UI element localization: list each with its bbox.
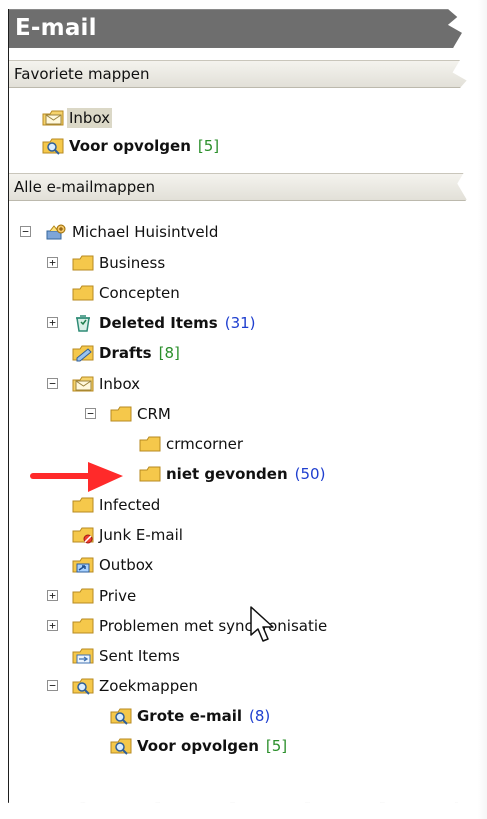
tree-item-label: Inbox: [99, 374, 141, 393]
mail-pane-title: E-mail: [15, 15, 97, 41]
search-folder-icon: [110, 708, 132, 725]
tree-item-label: Business: [99, 253, 166, 272]
folder-icon: [72, 588, 94, 603]
tree-item-deleted-items[interactable]: + Deleted Items (31): [47, 311, 256, 334]
favorite-voor-opvolgen-label: Voor opvolgen: [69, 136, 191, 155]
tree-item-label: CRM: [137, 404, 171, 423]
inbox-folder-icon: [72, 376, 94, 391]
tree-item-crm[interactable]: − CRM: [85, 402, 171, 425]
folder-icon: [139, 436, 161, 451]
expand-toggle[interactable]: +: [47, 257, 58, 268]
tree-item-label: crmcorner: [166, 434, 243, 453]
tree-item-grote-email[interactable]: Grote e-mail (8): [110, 704, 270, 727]
outbox-icon: [72, 557, 94, 572]
red-arrow-icon: [30, 462, 123, 492]
search-folder-icon: [42, 138, 64, 155]
tree-item-label: Junk E-mail: [99, 525, 183, 544]
folder-icon: [72, 497, 94, 512]
expand-toggle[interactable]: +: [47, 620, 58, 631]
tree-item-label: Concepten: [99, 283, 180, 302]
folder-icon: [110, 406, 132, 421]
tree-item-count: [5]: [265, 736, 288, 755]
mouse-pointer-icon: [250, 606, 274, 642]
mail-pane-title-bar: E-mail: [9, 9, 467, 48]
mail-folder-pane: E-mail Favoriete mappen Inbox Voor opvol…: [8, 9, 467, 803]
folder-icon: [72, 255, 94, 270]
tree-item-voor-opvolgen[interactable]: Voor opvolgen [5]: [110, 734, 287, 757]
tree-item-zoekmappen[interactable]: − Zoekmappen: [47, 674, 198, 697]
favorite-inbox-label: Inbox: [67, 107, 113, 128]
tree-item-business[interactable]: + Business: [47, 251, 166, 274]
deleted-items-icon: [76, 314, 90, 332]
torn-edge-shadow: [478, 0, 487, 819]
folder-icon: [72, 618, 94, 633]
favorite-item-inbox[interactable]: Inbox: [42, 106, 113, 129]
tree-item-label: Infected: [99, 495, 161, 514]
folder-icon: [139, 466, 161, 481]
tree-item-label: Deleted Items: [99, 313, 218, 332]
search-folder-icon: [110, 738, 132, 755]
tree-item-inbox[interactable]: − Inbox: [47, 372, 141, 395]
tree-item-prive[interactable]: + Prive: [47, 584, 137, 607]
tree-item-sent-items[interactable]: Sent Items: [72, 644, 180, 667]
junk-email-icon: [72, 527, 94, 543]
favorite-folders-header[interactable]: Favoriete mappen: [9, 60, 467, 88]
tree-item-label: Prive: [99, 586, 137, 605]
tree-item-count: (50): [294, 464, 326, 483]
tree-item-count: [8]: [158, 343, 180, 362]
tree-item-infected[interactable]: Infected: [72, 493, 160, 516]
tree-item-label: Voor opvolgen: [137, 736, 259, 755]
tree-item-count: (31): [224, 313, 256, 332]
tree-item-label: Grote e-mail: [137, 706, 243, 725]
tree-item-label: niet gevonden: [166, 464, 288, 483]
tree-item-label: Drafts: [99, 343, 152, 362]
collapse-toggle[interactable]: −: [47, 378, 58, 389]
screenshot-canvas: E-mail Favoriete mappen Inbox Voor opvol…: [0, 0, 487, 819]
tree-root-michael[interactable]: − Michael Huisintveld: [20, 220, 219, 243]
tree-item-label: Problemen met synchronisatie: [99, 616, 328, 635]
tree-item-count: (8): [249, 706, 271, 725]
tree-root-label: Michael Huisintveld: [72, 222, 219, 241]
inbox-folder-icon: [42, 110, 64, 125]
folder-icon: [72, 285, 94, 300]
tree-item-junk-email[interactable]: Junk E-mail: [72, 523, 183, 546]
tree-item-label: Zoekmappen: [99, 676, 198, 695]
favorite-item-voor-opvolgen[interactable]: Voor opvolgen [5]: [42, 134, 219, 157]
drafts-icon: [72, 345, 94, 361]
tree-item-niet-gevonden[interactable]: niet gevonden (50): [139, 462, 325, 485]
expand-toggle[interactable]: +: [47, 317, 58, 328]
sent-items-icon: [72, 648, 94, 663]
collapse-toggle[interactable]: −: [85, 408, 96, 419]
all-mail-folders-header[interactable]: Alle e-mailmappen: [9, 173, 467, 201]
favorite-voor-opvolgen-count: [5]: [197, 136, 220, 155]
collapse-toggle[interactable]: −: [47, 680, 58, 691]
tree-item-label: Outbox: [99, 555, 154, 574]
collapse-toggle[interactable]: −: [20, 226, 31, 237]
tree-item-outbox[interactable]: Outbox: [72, 553, 153, 576]
tree-item-concepten[interactable]: Concepten: [72, 281, 180, 304]
tree-item-label: Sent Items: [99, 646, 180, 665]
tree-item-crmcorner[interactable]: crmcorner: [139, 432, 243, 455]
tree-item-drafts[interactable]: Drafts [8]: [72, 341, 180, 364]
mailbox-root-icon: [46, 224, 66, 239]
expand-toggle[interactable]: +: [47, 590, 58, 601]
search-folders-icon: [72, 678, 94, 695]
tree-item-problemen-met-synchronisatie[interactable]: + Problemen met synchronisatie: [47, 614, 328, 637]
